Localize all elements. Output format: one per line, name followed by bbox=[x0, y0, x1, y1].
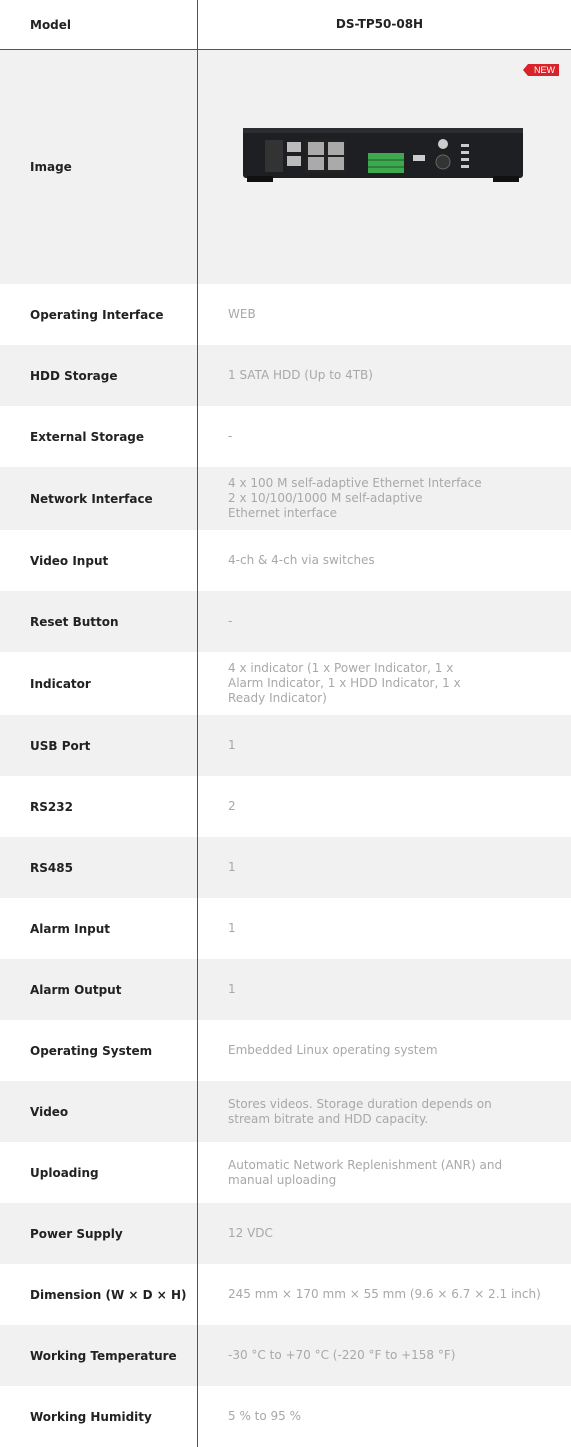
spec-label: USB Port bbox=[0, 715, 198, 776]
spec-value: - bbox=[228, 614, 233, 628]
image-cell: NEW bbox=[198, 50, 571, 284]
new-badge: NEW bbox=[523, 64, 559, 76]
spec-row-power-supply: Power Supply 12 VDC bbox=[0, 1203, 571, 1264]
spec-label: Operating Interface bbox=[0, 284, 198, 345]
spec-value: WEB bbox=[228, 307, 256, 321]
spec-label: Operating System bbox=[0, 1020, 198, 1081]
spec-row-reset-button: Reset Button - bbox=[0, 591, 571, 652]
spec-label: Video Input bbox=[0, 530, 198, 591]
spec-value: Embedded Linux operating system bbox=[228, 1043, 438, 1057]
spec-row-operating-system: Operating System Embedded Linux operatin… bbox=[0, 1020, 571, 1081]
spec-row-video: Video Stores videos. Storage duration de… bbox=[0, 1081, 571, 1142]
device-image bbox=[243, 128, 523, 182]
spec-label: Alarm Output bbox=[0, 959, 198, 1020]
spec-value: - bbox=[228, 429, 233, 443]
spec-row-indicator: Indicator 4 x indicator (1 x Power Indic… bbox=[0, 652, 571, 715]
spec-row-external-storage: External Storage - bbox=[0, 406, 571, 467]
spec-value: -30 °C to +70 °C (-220 °F to +158 °F) bbox=[228, 1348, 456, 1362]
spec-value: 5 % to 95 % bbox=[228, 1409, 302, 1423]
spec-value: 12 VDC bbox=[228, 1226, 273, 1240]
spec-row-rs232: RS232 2 bbox=[0, 776, 571, 837]
spec-label: Power Supply bbox=[0, 1203, 198, 1264]
spec-value: 1 bbox=[228, 921, 236, 935]
spec-value: 1 bbox=[228, 860, 236, 874]
spec-label: Indicator bbox=[0, 652, 198, 715]
spec-table: Model DS-TP50-08H Image NEW Operating In… bbox=[0, 0, 571, 1447]
spec-label: Uploading bbox=[0, 1142, 198, 1203]
spec-value: 1 SATA HDD (Up to 4TB) bbox=[228, 368, 373, 382]
spec-label: Working Temperature bbox=[0, 1325, 198, 1386]
spec-value: 2 bbox=[228, 799, 236, 813]
spec-row-alarm-input: Alarm Input 1 bbox=[0, 898, 571, 959]
spec-row-hdd-storage: HDD Storage 1 SATA HDD (Up to 4TB) bbox=[0, 345, 571, 406]
spec-label: HDD Storage bbox=[0, 345, 198, 406]
model-value: DS-TP50-08H bbox=[335, 17, 424, 31]
spec-row-operating-interface: Operating Interface WEB bbox=[0, 284, 571, 345]
spec-row-network-interface: Network Interface 4 x 100 M self-adaptiv… bbox=[0, 467, 571, 530]
spec-value: Automatic Network Replenishment (ANR) an… bbox=[228, 1157, 503, 1187]
spec-row-rs485: RS485 1 bbox=[0, 837, 571, 898]
image-label: Image bbox=[0, 50, 198, 284]
model-label: Model bbox=[0, 0, 198, 49]
spec-row-alarm-output: Alarm Output 1 bbox=[0, 959, 571, 1020]
spec-row-dimension: Dimension (W × D × H) 245 mm × 170 mm × … bbox=[0, 1264, 571, 1325]
spec-value: Stores videos. Storage duration depends … bbox=[228, 1096, 492, 1126]
spec-label: Dimension (W × D × H) bbox=[0, 1264, 198, 1325]
spec-value: 4 x 100 M self-adaptive Ethernet Interfa… bbox=[228, 476, 482, 520]
spec-row-working-humidity: Working Humidity 5 % to 95 % bbox=[0, 1386, 571, 1447]
spec-label: Alarm Input bbox=[0, 898, 198, 959]
spec-label: Working Humidity bbox=[0, 1386, 198, 1447]
spec-row-usb-port: USB Port 1 bbox=[0, 715, 571, 776]
spec-row-video-input: Video Input 4-ch & 4-ch via switches bbox=[0, 530, 571, 591]
spec-value: 1 bbox=[228, 982, 236, 996]
spec-label: Video bbox=[0, 1081, 198, 1142]
spec-label: Reset Button bbox=[0, 591, 198, 652]
image-row: Image NEW bbox=[0, 50, 571, 284]
spec-label: Network Interface bbox=[0, 467, 198, 530]
spec-value: 4-ch & 4-ch via switches bbox=[228, 553, 375, 567]
spec-label: External Storage bbox=[0, 406, 198, 467]
spec-value: 245 mm × 170 mm × 55 mm (9.6 × 6.7 × 2.1… bbox=[228, 1287, 541, 1301]
spec-row-working-temperature: Working Temperature -30 °C to +70 °C (-2… bbox=[0, 1325, 571, 1386]
spec-row-uploading: Uploading Automatic Network Replenishmen… bbox=[0, 1142, 571, 1203]
spec-value: 4 x indicator (1 x Power Indicator, 1 x … bbox=[228, 661, 461, 705]
spec-label: RS232 bbox=[0, 776, 198, 837]
spec-value: 1 bbox=[228, 738, 236, 752]
table-header-row: Model DS-TP50-08H bbox=[0, 0, 571, 50]
spec-label: RS485 bbox=[0, 837, 198, 898]
